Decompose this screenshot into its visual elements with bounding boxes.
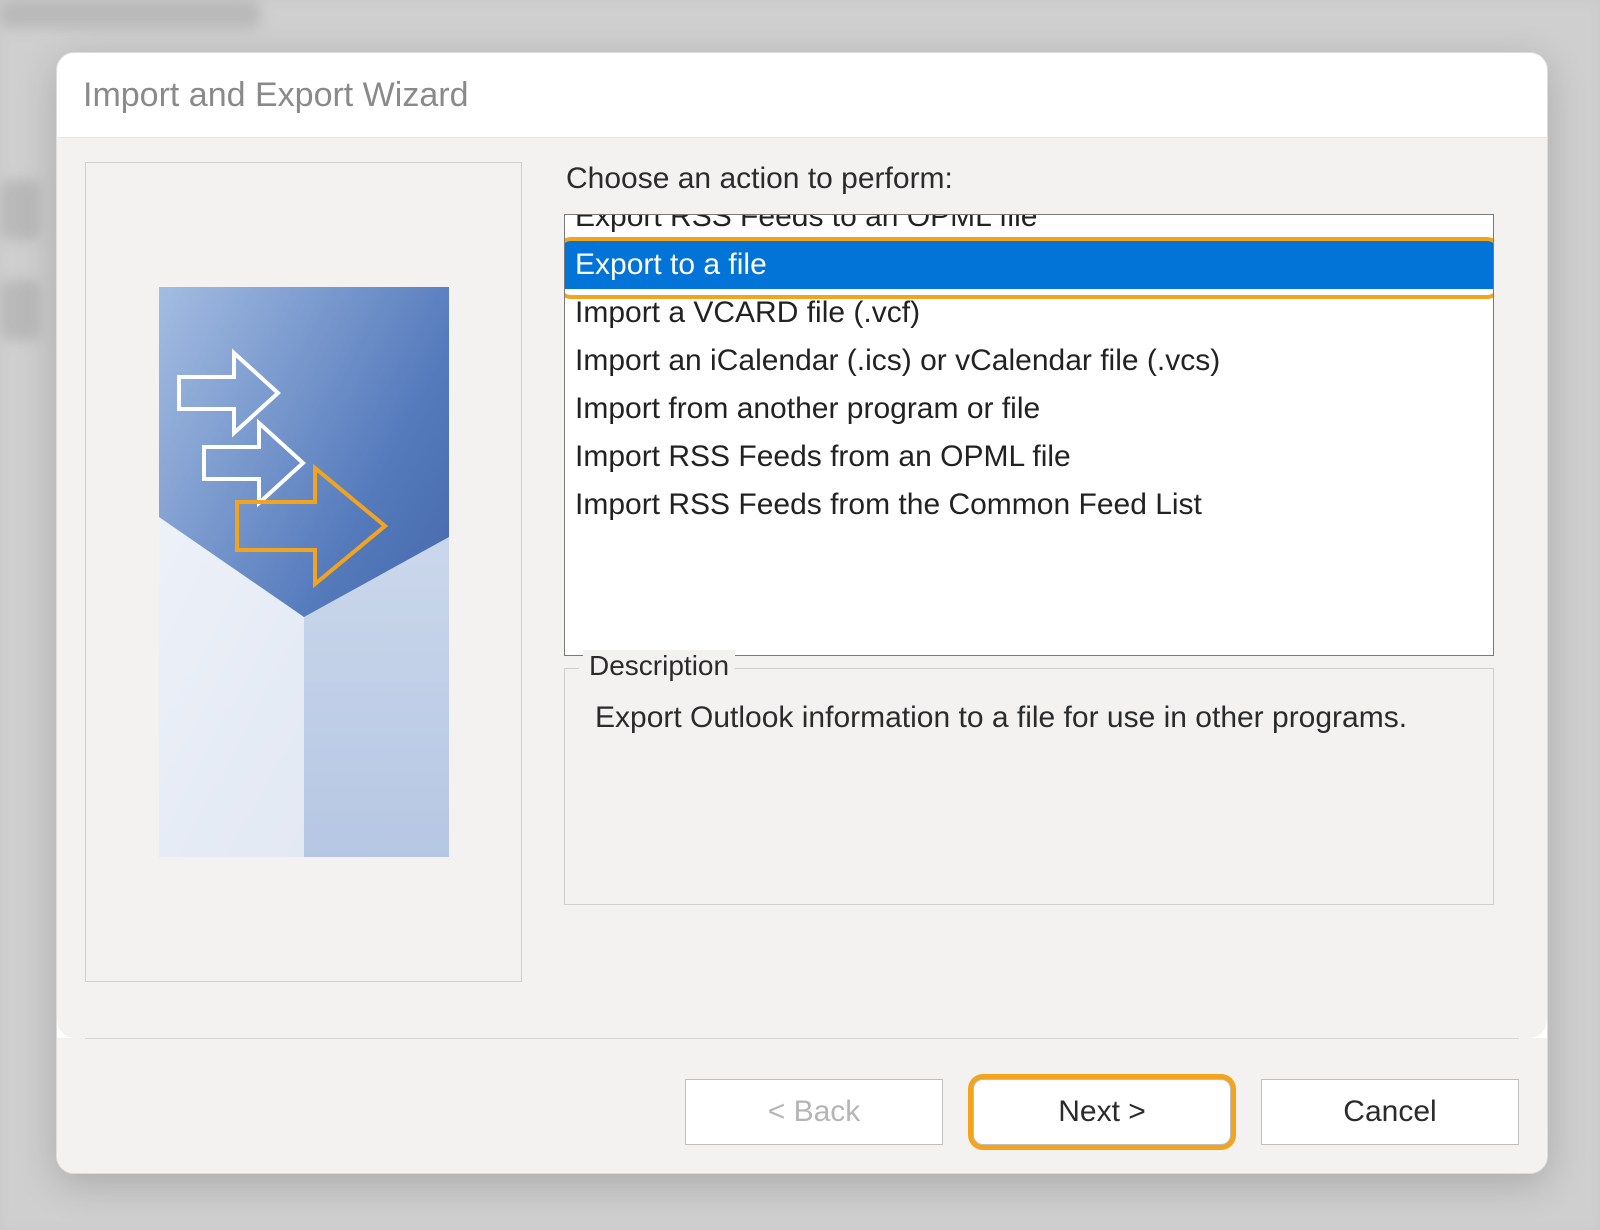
- list-item-label: Export RSS Feeds to an OPML file: [575, 214, 1037, 233]
- next-button[interactable]: Next >: [973, 1079, 1231, 1145]
- list-item[interactable]: Export RSS Feeds to an OPML file: [565, 214, 1493, 241]
- description-text: Export Outlook information to a file for…: [595, 696, 1469, 740]
- action-label: Choose an action to perform:: [566, 162, 1494, 196]
- dialog-titlebar: Import and Export Wizard: [57, 53, 1547, 138]
- description-label: Description: [583, 650, 735, 682]
- list-item[interactable]: Import an iCalendar (.ics) or vCalendar …: [565, 337, 1493, 385]
- list-item[interactable]: Import RSS Feeds from an OPML file: [565, 433, 1493, 481]
- description-group: Description Export Outlook information t…: [564, 668, 1494, 905]
- dialog-title: Import and Export Wizard: [83, 76, 468, 115]
- list-item-label: Import RSS Feeds from the Common Feed Li…: [575, 488, 1202, 521]
- wizard-illustration-panel: [85, 162, 522, 982]
- list-item[interactable]: Import from another program or file: [565, 385, 1493, 433]
- action-listbox[interactable]: Export RSS Feeds to an OPML file Export …: [564, 214, 1494, 656]
- list-item-label: Import a VCARD file (.vcf): [575, 296, 920, 329]
- wizard-illustration-icon: [159, 287, 449, 857]
- button-label: Next >: [1058, 1095, 1146, 1129]
- list-item[interactable]: Import RSS Feeds from the Common Feed Li…: [565, 481, 1493, 529]
- button-label: < Back: [768, 1095, 861, 1129]
- backdrop-decoration: [0, 280, 40, 340]
- back-button: < Back: [685, 1079, 943, 1145]
- list-item-label: Export to a file: [575, 248, 767, 281]
- footer-divider: [85, 1038, 1519, 1039]
- action-panel: Choose an action to perform: Export RSS …: [564, 162, 1494, 1030]
- dialog-body: Choose an action to perform: Export RSS …: [57, 138, 1547, 1038]
- cancel-button[interactable]: Cancel: [1261, 1079, 1519, 1145]
- backdrop-decoration: [0, 180, 40, 240]
- list-item-label: Import an iCalendar (.ics) or vCalendar …: [575, 344, 1220, 377]
- import-export-wizard-dialog: Import and Export Wizard: [56, 52, 1548, 1174]
- backdrop-decoration: [0, 0, 260, 28]
- list-item-label: Import from another program or file: [575, 392, 1040, 425]
- list-item[interactable]: Import a VCARD file (.vcf): [565, 289, 1493, 337]
- dialog-footer: < Back Next > Cancel: [57, 1038, 1547, 1173]
- list-item-label: Import RSS Feeds from an OPML file: [575, 440, 1071, 473]
- button-label: Cancel: [1343, 1095, 1436, 1129]
- button-row: < Back Next > Cancel: [85, 1079, 1519, 1145]
- list-item-selected[interactable]: Export to a file: [565, 241, 1493, 289]
